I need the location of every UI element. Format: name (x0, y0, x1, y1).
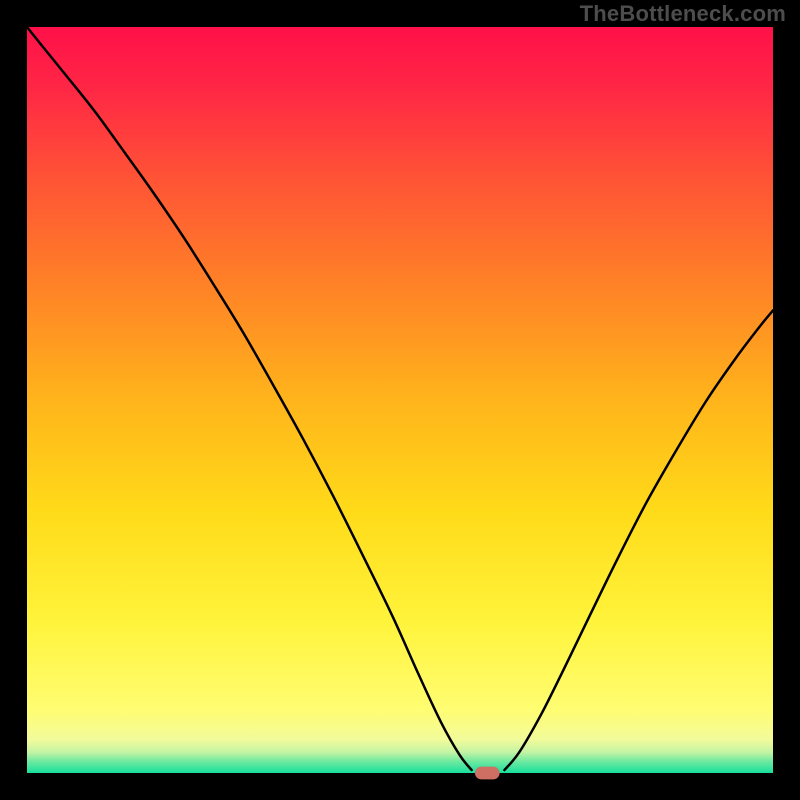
plot-background (27, 27, 773, 773)
bottleneck-curve-chart (0, 0, 800, 800)
optimal-point-marker (475, 767, 500, 780)
chart-container: TheBottleneck.com (0, 0, 800, 800)
watermark-text: TheBottleneck.com (580, 1, 786, 27)
